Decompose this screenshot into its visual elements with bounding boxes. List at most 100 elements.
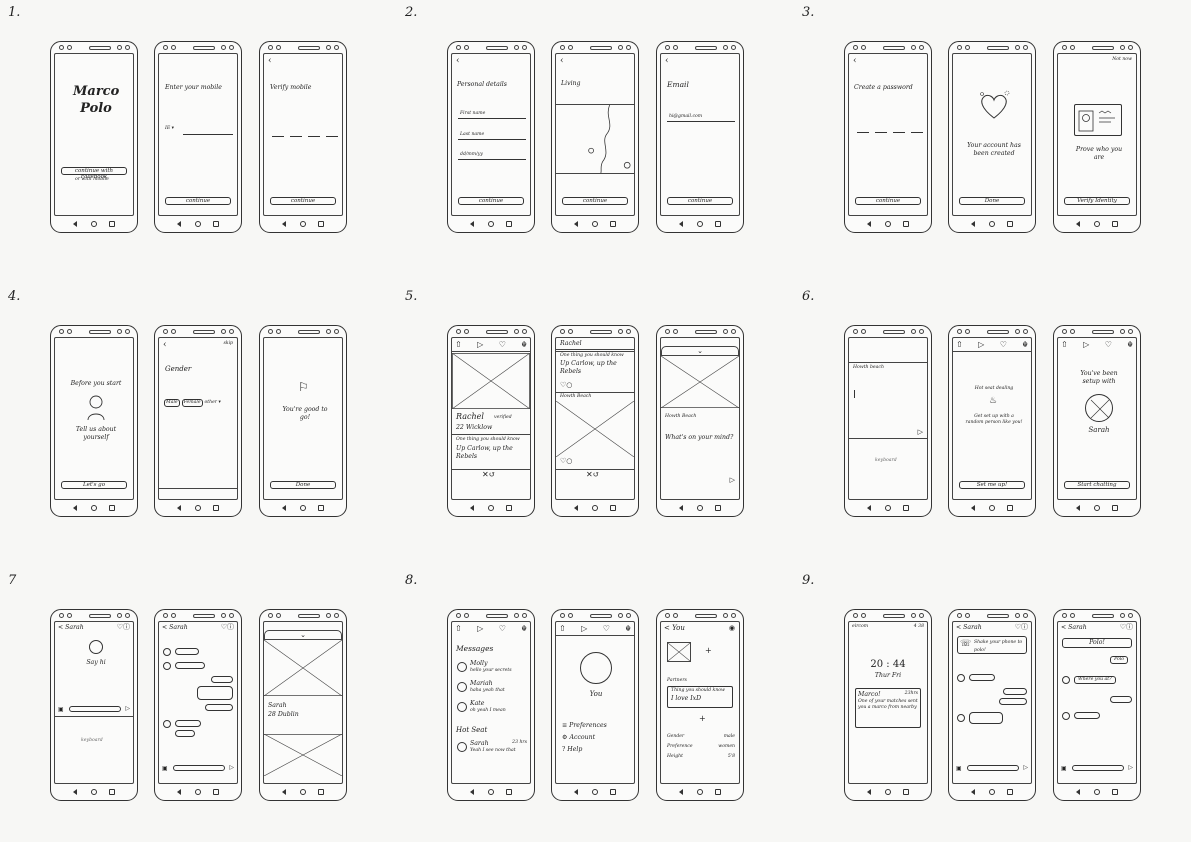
undo-icon[interactable]: ↺: [593, 470, 600, 479]
undo-icon[interactable]: ↺: [489, 470, 496, 479]
email-input[interactable]: hi@gmail.com: [669, 114, 702, 120]
continue-button[interactable]: continue: [667, 197, 733, 205]
heart-icon[interactable]: ♡: [1105, 340, 1112, 349]
send-icon[interactable]: ▷: [125, 705, 130, 713]
continue-button[interactable]: continue: [270, 197, 336, 205]
country-code-select[interactable]: IE ▾: [165, 126, 174, 132]
keyboard-placeholder[interactable]: keyboard: [875, 458, 897, 464]
last-name-field[interactable]: Last name: [460, 132, 484, 138]
comment-icon[interactable]: ○: [566, 457, 572, 465]
password-digit[interactable]: [911, 132, 923, 133]
message-input[interactable]: [173, 765, 225, 771]
list-item[interactable]: Mariah haha yeah that: [470, 680, 505, 694]
dob-field[interactable]: dd/mm/yy: [460, 152, 483, 158]
other-dropdown[interactable]: other ▾: [205, 400, 221, 405]
back-arrow-icon[interactable]: ‹: [665, 56, 669, 68]
code-digit[interactable]: [272, 136, 284, 137]
home-icon[interactable]: ⇧: [1061, 340, 1068, 349]
message-input[interactable]: [1072, 765, 1124, 771]
shake-banner[interactable]: ☏ Shake your phone to polo!: [957, 636, 1027, 654]
heart-icon[interactable]: ♡: [499, 340, 506, 349]
menu-help[interactable]: ? Help: [562, 746, 582, 754]
prompt-card[interactable]: Thing you should know I love IxD: [667, 686, 733, 708]
back-arrow-icon[interactable]: <: [956, 624, 961, 631]
add-photo-icon[interactable]: +: [705, 646, 712, 656]
home-icon[interactable]: ⇧: [455, 624, 462, 633]
user-avatar[interactable]: [580, 652, 612, 684]
message-input[interactable]: [967, 765, 1019, 771]
skip-link[interactable]: skip: [223, 341, 233, 347]
code-digit[interactable]: [308, 136, 320, 137]
play-icon[interactable]: ▷: [581, 624, 587, 633]
keyboard-placeholder[interactable]: keyboard: [81, 738, 103, 744]
map-view[interactable]: [556, 104, 634, 174]
password-digit[interactable]: [893, 132, 905, 133]
add-prompt-icon[interactable]: +: [699, 714, 706, 724]
camera-icon[interactable]: ▣: [1061, 765, 1067, 773]
menu-preferences[interactable]: ≡ Preferences: [562, 722, 607, 730]
first-name-field[interactable]: First name: [460, 111, 485, 117]
back-arrow-icon[interactable]: ‹: [163, 340, 167, 352]
back-arrow-icon[interactable]: ‹: [853, 56, 857, 68]
play-icon[interactable]: ▷: [477, 340, 483, 349]
close-icon[interactable]: ✕: [482, 470, 489, 479]
info-icon[interactable]: ⓘ: [227, 623, 234, 631]
male-option[interactable]: Male: [164, 399, 180, 407]
code-digit[interactable]: [326, 136, 338, 137]
password-digit[interactable]: [875, 132, 887, 133]
chevron-down-icon[interactable]: ⌄: [661, 346, 739, 356]
list-item[interactable]: Molly hello your secrets: [470, 660, 512, 674]
camera-icon[interactable]: ▣: [58, 706, 64, 714]
send-icon[interactable]: ▷: [1023, 764, 1028, 772]
eye-icon[interactable]: ◉: [729, 624, 735, 633]
back-arrow-icon[interactable]: ‹: [456, 56, 460, 68]
verify-identity-button[interactable]: Verify Identity: [1064, 197, 1130, 205]
female-option[interactable]: Female: [181, 399, 203, 407]
back-arrow-icon[interactable]: <: [162, 624, 167, 631]
profile-icon[interactable]: ☬: [1127, 340, 1133, 349]
done-button[interactable]: Done: [959, 197, 1025, 205]
not-now-link[interactable]: Not now: [1112, 57, 1132, 63]
set-me-up-button[interactable]: Set me up!: [959, 481, 1025, 489]
close-icon[interactable]: ✕: [586, 470, 593, 479]
heart-icon[interactable]: ♡: [1000, 340, 1007, 349]
info-icon[interactable]: ⓘ: [1126, 623, 1133, 631]
profile-icon[interactable]: ☬: [1022, 340, 1028, 349]
field-row[interactable]: Height 5'8: [667, 754, 735, 760]
comment-input[interactable]: What's on your mind?: [665, 434, 733, 442]
profile-icon[interactable]: ☬: [521, 624, 527, 633]
camera-icon[interactable]: ▣: [162, 765, 168, 773]
back-arrow-icon[interactable]: ‹: [560, 56, 564, 68]
home-icon[interactable]: ⇧: [455, 340, 462, 349]
heart-icon[interactable]: ♡: [603, 624, 610, 633]
send-icon[interactable]: ▷: [229, 764, 234, 772]
field-row[interactable]: Gender male: [667, 734, 735, 740]
chevron-down-icon[interactable]: ⌄: [264, 630, 342, 640]
comment-icon[interactable]: ○: [566, 381, 572, 389]
photo-slot[interactable]: [667, 642, 691, 662]
field-row[interactable]: Preference women: [667, 744, 735, 750]
list-item[interactable]: Kate oh yeah I mean: [470, 700, 506, 714]
menu-account[interactable]: ⚙ Account: [562, 734, 595, 742]
message-input[interactable]: [69, 706, 121, 712]
mobile-link[interactable]: or with mobile: [75, 177, 109, 183]
mobile-input[interactable]: [183, 134, 233, 135]
hot-seat-item[interactable]: Sarah 23 hrs Yeah I see now that: [470, 740, 527, 754]
send-icon[interactable]: ▷: [730, 476, 735, 485]
code-digit[interactable]: [290, 136, 302, 137]
back-arrow-icon[interactable]: <: [664, 624, 670, 632]
notification-card[interactable]: Marco! 23hrs One of your matches sent you…: [855, 688, 921, 728]
play-icon[interactable]: ▷: [1083, 340, 1089, 349]
continue-facebook-button[interactable]: continue with Facebook: [61, 167, 127, 180]
profile-icon[interactable]: ☬: [521, 340, 527, 349]
profile-icon[interactable]: ☬: [625, 624, 631, 633]
back-arrow-icon[interactable]: <: [1061, 624, 1066, 631]
camera-icon[interactable]: ▣: [956, 765, 962, 773]
send-icon[interactable]: ▷: [1128, 764, 1133, 772]
play-icon[interactable]: ▷: [477, 624, 483, 633]
continue-button[interactable]: continue: [165, 197, 231, 205]
lets-go-button[interactable]: Let's go: [61, 481, 127, 489]
send-icon[interactable]: ▷: [918, 428, 923, 437]
home-icon[interactable]: ⇧: [559, 624, 566, 633]
info-icon[interactable]: ⓘ: [1021, 623, 1028, 631]
